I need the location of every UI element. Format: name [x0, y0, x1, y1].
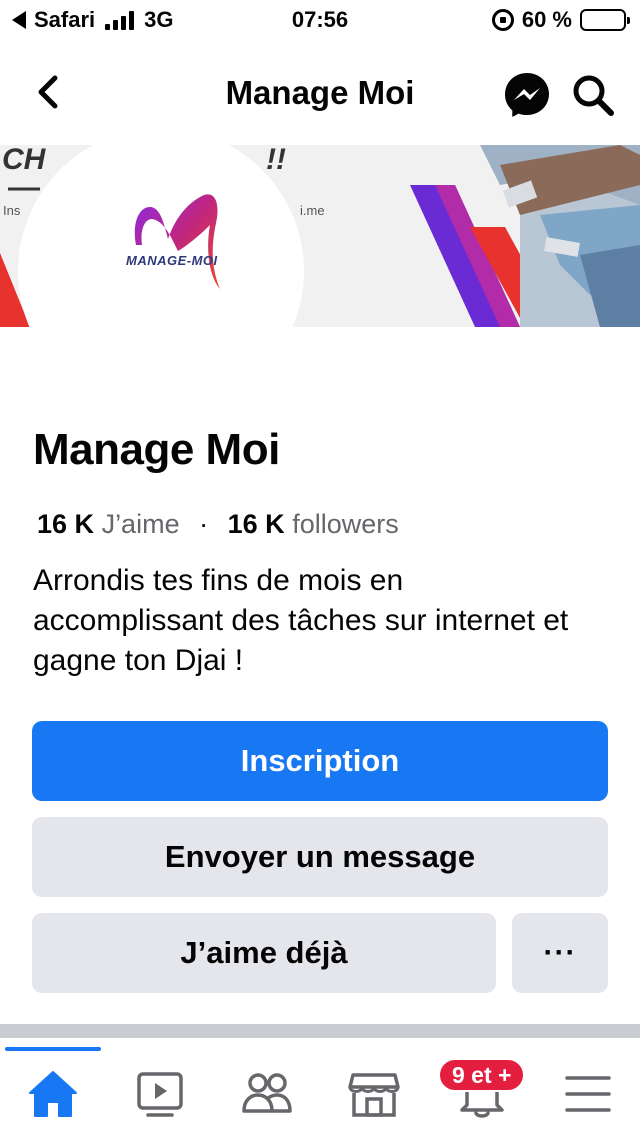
status-right: 60 % — [491, 7, 630, 33]
cover-text-4: i.me — [300, 203, 325, 218]
cover-text-2: !! — [266, 145, 286, 176]
profile-picture[interactable]: MANAGE-MOI — [18, 128, 304, 414]
followers-count: 16 K — [227, 509, 285, 539]
page-stats[interactable]: 16 K J’aime · 16 K followers — [37, 509, 399, 540]
already-liked-button[interactable]: J’aime déjà — [32, 913, 496, 993]
tab-video[interactable] — [128, 1062, 192, 1126]
tab-home[interactable] — [21, 1062, 85, 1126]
likes-count: 16 K — [37, 509, 95, 539]
send-message-button[interactable]: Envoyer un message — [32, 817, 608, 897]
home-icon — [29, 1071, 77, 1117]
cover-text-1: CH — [2, 145, 46, 176]
stats-separator: · — [199, 509, 209, 539]
page-name: Manage Moi — [33, 425, 280, 474]
tab-marketplace[interactable] — [342, 1062, 406, 1126]
battery-icon — [580, 9, 630, 31]
messenger-button[interactable] — [502, 70, 552, 120]
page-bio: Arrondis tes fins de mois en accomplissa… — [33, 564, 569, 677]
back-to-app-icon[interactable] — [12, 11, 26, 29]
page-header: Manage Moi — [0, 44, 640, 140]
notification-badge: 9 et + — [438, 1058, 526, 1092]
video-icon — [137, 1072, 183, 1117]
manage-moi-logo: MANAGE-MOI — [108, 185, 238, 305]
active-tab-indicator — [5, 1047, 101, 1051]
carrier-label[interactable]: Safari — [34, 7, 95, 33]
search-button[interactable] — [570, 72, 616, 118]
logo-mark — [134, 194, 220, 289]
marketplace-icon — [348, 1073, 400, 1117]
network-label: 3G — [144, 7, 174, 32]
tab-groups[interactable] — [235, 1062, 299, 1126]
followers-label: followers — [292, 509, 399, 539]
tab-menu[interactable] — [556, 1062, 620, 1126]
section-divider — [0, 1024, 640, 1038]
status-bar: Safari 3G 07:56 60 % — [0, 0, 640, 40]
rotation-lock-icon — [491, 9, 514, 31]
groups-icon — [242, 1073, 292, 1113]
search-icon — [573, 75, 614, 116]
logo-text: MANAGE-MOI — [126, 253, 218, 268]
more-options-button[interactable]: ··· — [512, 913, 608, 993]
signal-icon — [105, 10, 135, 30]
status-left: Safari 3G — [12, 7, 174, 33]
messenger-icon — [505, 73, 549, 117]
inscription-button[interactable]: Inscription — [32, 721, 608, 801]
bottom-tab-bar — [0, 1038, 640, 1136]
likes-label: J’aime — [101, 509, 180, 539]
menu-icon — [565, 1076, 611, 1112]
cover-text-3: Ins — [3, 203, 21, 218]
battery-percent: 60 % — [521, 7, 572, 32]
facebook-page-screen: Safari 3G 07:56 60 % Manage Moi CH !! In… — [0, 0, 640, 1136]
